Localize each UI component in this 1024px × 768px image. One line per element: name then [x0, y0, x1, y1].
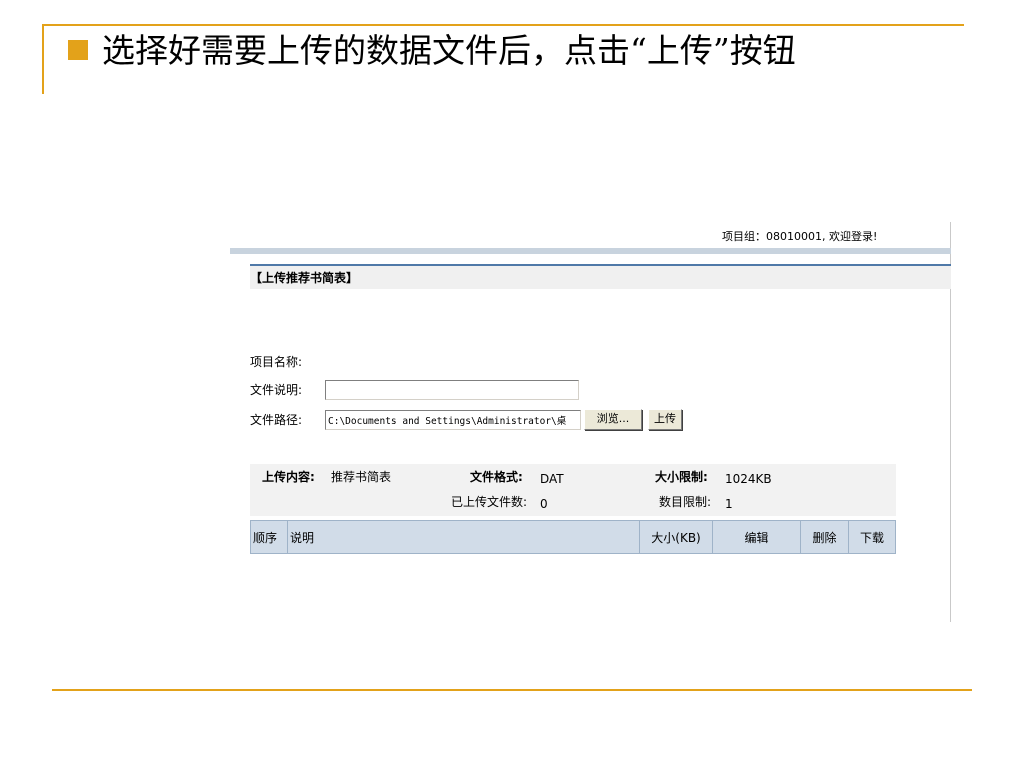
file-path-input[interactable]: C:\Documents and Settings\Administrator\… — [325, 410, 581, 430]
file-path-label: 文件路径: — [250, 413, 303, 427]
col-download: 下载 — [859, 530, 884, 545]
col-delete: 删除 — [801, 521, 849, 553]
format-label: 文件格式: — [470, 470, 523, 484]
format-value: DAT — [540, 472, 564, 486]
col-order: 顺序 — [251, 521, 288, 553]
upload-button[interactable]: 上传 — [648, 409, 682, 430]
section-title: 【上传推荐书简表】 — [250, 271, 359, 285]
size-limit-label: 大小限制: — [655, 470, 708, 484]
content-value: 推荐书简表 — [331, 470, 392, 484]
project-name-label: 项目名称: — [250, 355, 303, 369]
size-limit-value: 1024KB — [725, 472, 772, 486]
section-header: 【上传推荐书简表】 — [250, 264, 951, 289]
slide-bottom-rule — [52, 689, 972, 691]
count-limit-value: 1 — [725, 497, 733, 511]
col-edit: 编辑 — [713, 521, 801, 553]
slide-left-rule — [42, 24, 44, 94]
col-size: 大小(KB) — [640, 521, 713, 553]
col-description: 说明 — [288, 521, 640, 553]
browse-button[interactable]: 浏览... — [584, 409, 642, 430]
file-table-header: 顺序 说明 大小(KB) 编辑 删除 下载 — [250, 520, 896, 554]
welcome-text: 项目组：08010001, 欢迎登录! — [722, 230, 878, 243]
uploaded-count-label: 已上传文件数: — [451, 495, 528, 509]
bullet-square-icon — [68, 40, 88, 60]
count-limit-label: 数目限制: — [659, 495, 712, 509]
file-desc-input[interactable] — [325, 380, 579, 400]
uploaded-count-value: 0 — [540, 497, 548, 511]
file-desc-label: 文件说明: — [250, 383, 303, 397]
slide-top-rule — [42, 24, 964, 26]
content-label: 上传内容: — [262, 470, 315, 484]
header-bar — [230, 248, 951, 254]
slide-heading: 选择好需要上传的数据文件后，点击“上传”按钮 — [102, 31, 796, 70]
